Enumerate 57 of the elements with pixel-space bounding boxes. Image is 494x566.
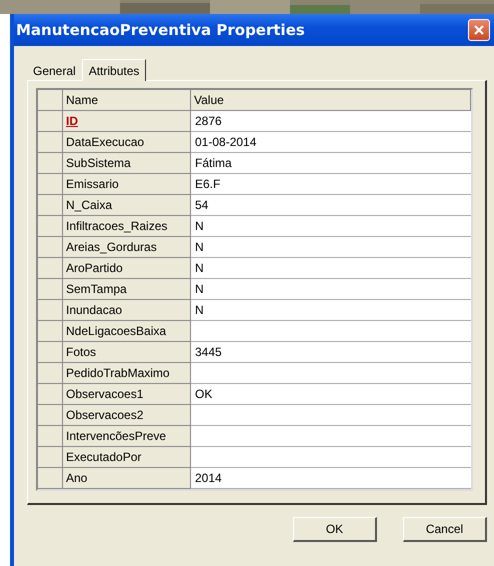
row-header[interactable] xyxy=(38,447,63,468)
row-header[interactable] xyxy=(38,384,63,405)
table-cell[interactable]: N xyxy=(191,258,471,279)
table-cell[interactable]: 54 xyxy=(191,195,471,216)
table-cell[interactable]: OK xyxy=(191,384,471,405)
ok-button[interactable]: OK xyxy=(293,517,377,542)
row-header[interactable] xyxy=(38,363,63,384)
column-header: Name xyxy=(63,90,191,111)
row-header[interactable] xyxy=(38,279,63,300)
row-header[interactable] xyxy=(38,216,63,237)
table-cell: ID xyxy=(63,111,191,132)
table-cell: Ano xyxy=(63,468,191,489)
table-cell[interactable]: N xyxy=(191,300,471,321)
table-cell[interactable]: N xyxy=(191,279,471,300)
table-cell: ExecutadoPor xyxy=(63,447,191,468)
table-cell[interactable]: N xyxy=(191,237,471,258)
row-header[interactable] xyxy=(38,111,63,132)
row-header[interactable] xyxy=(38,468,63,489)
table-cell: DataExecucao xyxy=(63,132,191,153)
table-cell: SubSistema xyxy=(63,153,191,174)
table-cell: Observacoes2 xyxy=(63,405,191,426)
table-cell: PedidoTrabMaximo xyxy=(63,363,191,384)
table-cell: Infiltracoes_Raizes xyxy=(63,216,191,237)
row-header[interactable] xyxy=(38,237,63,258)
row-header[interactable] xyxy=(38,195,63,216)
row-header[interactable] xyxy=(38,132,63,153)
table-cell[interactable]: 2014 xyxy=(191,468,471,489)
column-header: Value xyxy=(191,90,471,111)
close-button[interactable] xyxy=(468,19,490,41)
table-cell: SemTampa xyxy=(63,279,191,300)
row-header[interactable] xyxy=(38,405,63,426)
table-cell: NdeLigacoesBaixa xyxy=(63,321,191,342)
table-cell: Emissario xyxy=(63,174,191,195)
table-cell[interactable]: 01-08-2014 xyxy=(191,132,471,153)
table-cell[interactable]: N xyxy=(191,216,471,237)
window-title: ManutencaoPreventiva Properties xyxy=(16,21,305,39)
table-cell: Areias_Gorduras xyxy=(63,237,191,258)
table-cell[interactable]: E6.F xyxy=(191,174,471,195)
row-header[interactable] xyxy=(38,426,63,447)
cancel-button[interactable]: Cancel xyxy=(403,517,487,542)
table-cell: N_Caixa xyxy=(63,195,191,216)
row-header[interactable] xyxy=(38,153,63,174)
table-cell: Inundacao xyxy=(63,300,191,321)
row-header[interactable] xyxy=(38,342,63,363)
table-cell: Observacoes1 xyxy=(63,384,191,405)
table-cell[interactable]: 3445 xyxy=(191,342,471,363)
row-header[interactable] xyxy=(38,174,63,195)
tab[interactable]: Attributes xyxy=(82,59,146,81)
table-cell: IntervencõesPreve xyxy=(63,426,191,447)
row-header[interactable] xyxy=(38,321,63,342)
table-cell: Fotos xyxy=(63,342,191,363)
table-cell: AroPartido xyxy=(63,258,191,279)
table-cell[interactable]: Fátima xyxy=(191,153,471,174)
close-icon xyxy=(473,24,485,36)
row-header[interactable] xyxy=(38,300,63,321)
row-header[interactable] xyxy=(38,258,63,279)
table-cell[interactable]: 2876 xyxy=(191,111,471,132)
